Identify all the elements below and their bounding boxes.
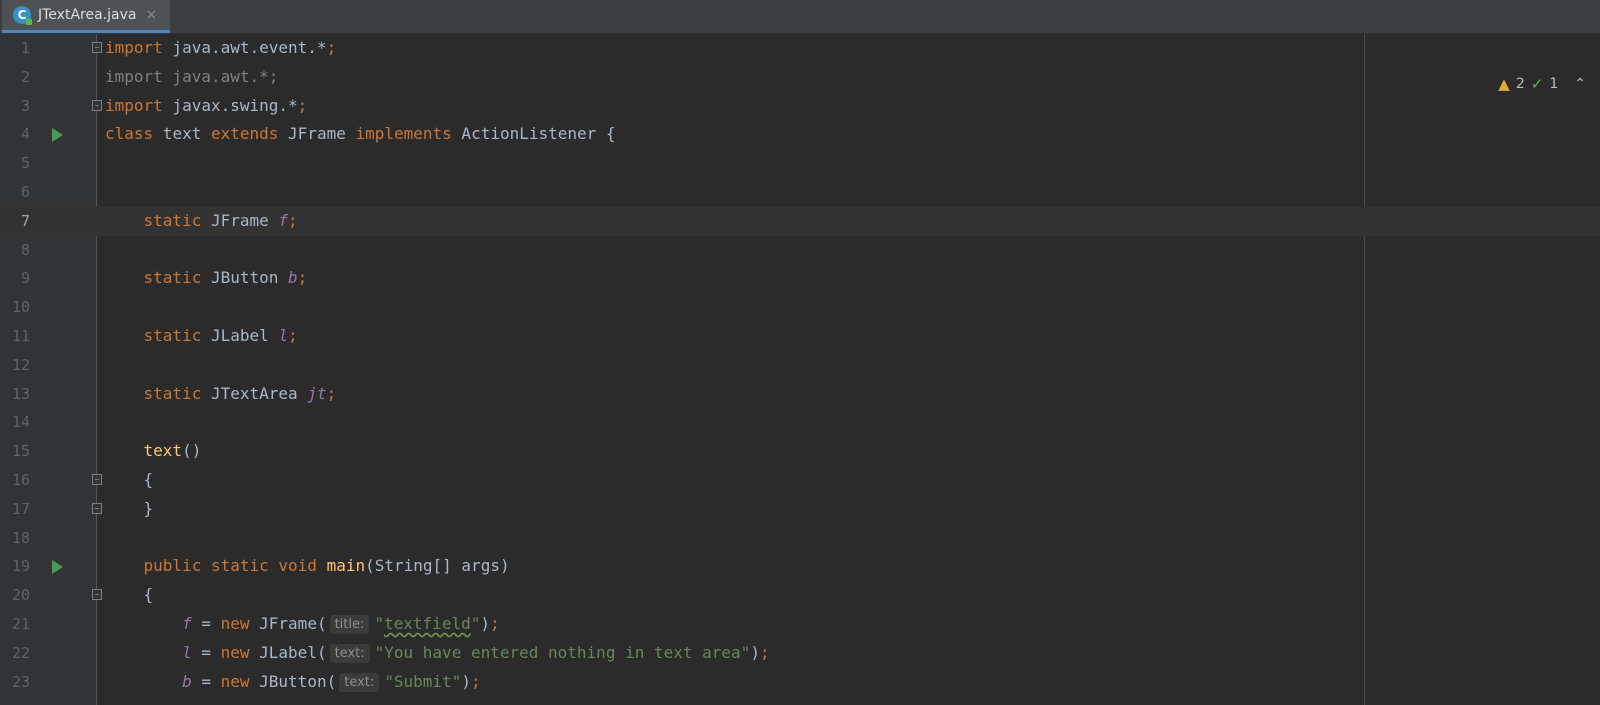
tab-jtextarea-java[interactable]: C JTextArea.java × [2,0,170,33]
run-icon[interactable] [52,128,63,143]
line-number: 18 [11,528,30,547]
line-number: 14 [11,413,30,432]
code-line[interactable]: 2 import java.awt.*; [0,63,1600,92]
code-text: b = new JButton(text: "Submit"); [182,671,481,692]
code-line[interactable]: 7 static JFrame f; [0,206,1600,236]
code-line[interactable]: 18 [0,524,1600,553]
code-line[interactable]: 14 [0,408,1600,437]
code-line[interactable]: 15 text() [0,437,1600,466]
code-line[interactable]: 3 import javax.swing.*; [0,92,1600,121]
code-line[interactable]: 13 static JTextArea jt; [0,380,1600,409]
line-number: 1 [20,39,30,57]
line-number: 6 [20,183,30,201]
line-number: 7 [20,211,30,230]
code-line[interactable]: 4 class text extends JFrame implements Ac… [0,120,1600,149]
line-number: 9 [20,269,30,288]
line-number: 15 [11,442,30,461]
code-line[interactable]: 17 } [0,495,1600,524]
code-text: class text extends JFrame implements Act… [105,124,616,144]
editor-tab-bar: C JTextArea.java × [0,0,1600,34]
line-number: 17 [11,499,30,518]
code-line[interactable]: 9 static JButton b; [0,264,1600,293]
line-number: 22 [11,643,30,662]
code-line[interactable]: 10 [0,293,1600,322]
code-text: f = new JFrame(title: "textfield"); [182,614,500,634]
line-number: 19 [11,557,30,576]
code-line[interactable]: 19 public static void main(String[] args… [0,552,1600,581]
check-count: 1 [1549,76,1559,92]
code-text: static JFrame f; [143,210,298,230]
code-text: import javax.swing.*; [105,95,308,115]
code-text: l = new JLabel(text: "You have entered no… [182,642,770,663]
tab-label: JTextArea.java [38,7,137,23]
warning-count: 2 [1515,76,1525,92]
line-number: 11 [11,327,30,345]
code-text: static JLabel l; [143,326,298,345]
code-line[interactable]: 20 { [0,581,1600,610]
code-text: static JButton b; [143,268,308,288]
line-number: 23 [11,672,30,691]
line-number: 12 [11,355,30,374]
line-number: 4 [20,125,30,144]
line-number: 20 [11,586,30,605]
code-text: import java.awt.event.*; [105,38,337,57]
code-text: } [105,498,154,518]
code-line[interactable]: 6 [0,178,1600,207]
fold-icon[interactable] [92,589,102,601]
line-number: 21 [11,615,30,633]
code-line[interactable]: 8 [0,236,1600,265]
java-class-icon: C [13,6,32,25]
fold-icon[interactable] [92,42,102,53]
code-text: text() [143,441,202,461]
fold-icon[interactable] [92,502,102,514]
fold-icon[interactable] [92,474,102,485]
code-text: public static void main(String[] args) [143,556,510,576]
code-text: { [105,585,154,605]
code-editor[interactable]: 1 import java.awt.event.*; 2 import java.aw… [0,34,1600,705]
code-line[interactable]: 23 b = new JButton(text: "Submit"); [0,668,1600,697]
line-number: 8 [20,240,30,259]
line-number: 16 [11,471,30,489]
code-line[interactable]: 11 static JLabel l; [0,322,1600,351]
code-line[interactable]: 21 f = new JFrame(title: "textfield"); [0,610,1600,639]
code-line[interactable]: 1 import java.awt.event.*; [0,34,1600,63]
run-icon[interactable] [52,560,63,575]
code-text: { [105,470,154,489]
line-number: 2 [20,67,30,86]
fold-icon[interactable] [92,99,102,111]
line-number: 10 [11,298,30,317]
code-line[interactable]: 22 l = new JLabel(text: "You have entered… [0,639,1600,668]
line-number: 3 [20,96,30,115]
close-icon[interactable]: × [145,7,157,23]
code-text: static JTextArea jt; [143,383,337,403]
code-line[interactable]: 5 [0,149,1600,178]
line-number: 5 [20,154,30,173]
inspection-widget[interactable]: ▲ 2 ✓ 1 ⌃ [1498,75,1586,93]
code-text: import java.awt.*; [105,66,279,86]
code-line[interactable]: 16 { [0,466,1600,495]
warning-icon: ▲ [1498,75,1510,93]
code-line[interactable]: 12 [0,351,1600,380]
chevron-up-icon[interactable]: ⌃ [1574,76,1586,92]
line-number: 13 [11,384,30,403]
check-icon: ✓ [1530,75,1544,93]
